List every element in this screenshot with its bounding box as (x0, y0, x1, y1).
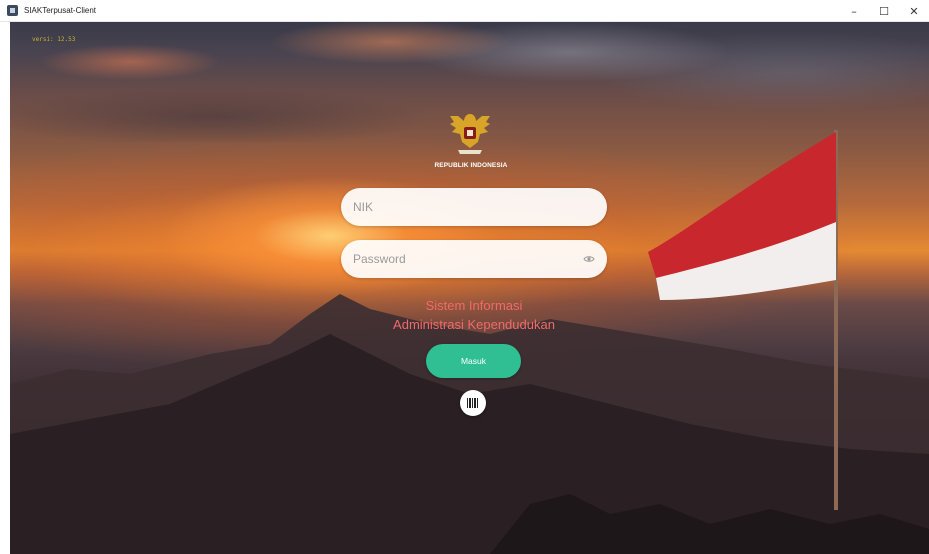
barcode-icon (467, 398, 478, 408)
window-controls: – ☐ ✕ (839, 0, 929, 22)
heading-line-1: Sistem Informasi (425, 298, 523, 313)
garuda-emblem-icon (450, 114, 490, 154)
nik-field[interactable] (341, 188, 607, 226)
close-button[interactable]: ✕ (899, 0, 929, 22)
app-icon (7, 5, 18, 16)
version-label: versi: 12.53 (32, 36, 76, 43)
window-title: SIAKTerpusat-Client (24, 6, 97, 15)
app-heading: Sistem Informasi Administrasi Kependuduk… (341, 296, 607, 334)
login-background: versi: 12.53 REPUBLIK INDONESIA Sistem I… (10, 22, 929, 554)
nik-input[interactable] (341, 188, 607, 226)
barcode-scan-button[interactable] (460, 390, 486, 416)
emblem-caption: REPUBLIK INDONESIA (434, 162, 508, 169)
eye-icon[interactable] (583, 253, 595, 265)
password-field[interactable] (341, 240, 607, 278)
login-button[interactable]: Masuk (426, 344, 521, 378)
heading-line-2: Administrasi Kependudukan (393, 317, 555, 332)
minimize-button[interactable]: – (839, 0, 869, 22)
indonesia-flag-icon (648, 130, 838, 510)
maximize-button[interactable]: ☐ (869, 0, 899, 22)
window-titlebar: SIAKTerpusat-Client – ☐ ✕ (0, 0, 929, 22)
password-input[interactable] (341, 240, 607, 278)
